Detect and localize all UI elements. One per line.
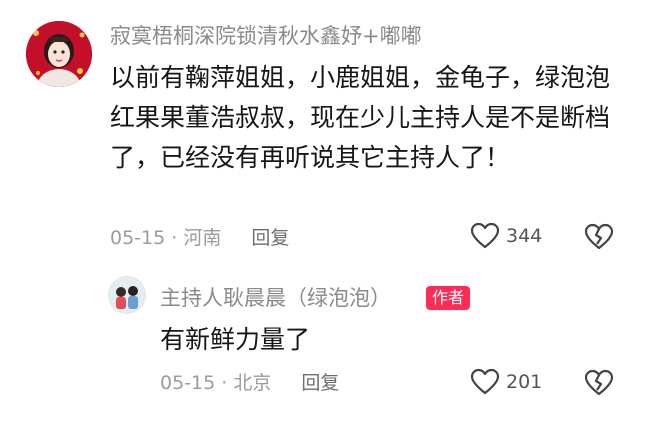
comment-username[interactable]: 寂寞梧桐深院锁清秋水鑫妤+嘟嘟 [110, 22, 422, 50]
broken-heart-icon [584, 369, 614, 396]
like-button[interactable]: 344 [470, 222, 542, 250]
reply-like-count: 201 [506, 371, 543, 393]
reply-like-button[interactable]: 201 [470, 368, 542, 396]
comment-date: 05-15 [110, 227, 166, 249]
author-badge: 作者 [426, 286, 471, 310]
like-count: 344 [506, 225, 543, 247]
reply-meta: 05-15 · 北京 回复 [160, 370, 339, 396]
reply-reply-button[interactable]: 回复 [301, 372, 339, 394]
user-avatar[interactable] [26, 21, 92, 87]
reply-username[interactable]: 主持人耿晨晨（绿泡泡） [160, 284, 391, 312]
meta-separator: · [165, 227, 184, 249]
reply-dislike-button[interactable] [584, 369, 614, 401]
comment-meta: 05-15 · 河南 回复 [110, 225, 289, 251]
comment-text: 以前有鞠萍姐姐，小鹿姐姐，金龟子，绿泡泡红果果董浩叔叔，现在少儿主持人是不是断档… [110, 63, 611, 172]
reply-button[interactable]: 回复 [251, 227, 289, 249]
comment-location: 河南 [183, 227, 222, 249]
meta-separator: · [215, 372, 234, 394]
heart-outline-icon [470, 222, 500, 249]
reply-location: 北京 [233, 372, 272, 394]
reply-date: 05-15 [160, 372, 216, 394]
broken-heart-icon [584, 223, 614, 250]
heart-outline-icon [470, 368, 500, 395]
dislike-button[interactable] [584, 223, 614, 255]
author-avatar[interactable] [108, 276, 146, 314]
reply-text: 有新鲜力量了 [160, 325, 311, 354]
